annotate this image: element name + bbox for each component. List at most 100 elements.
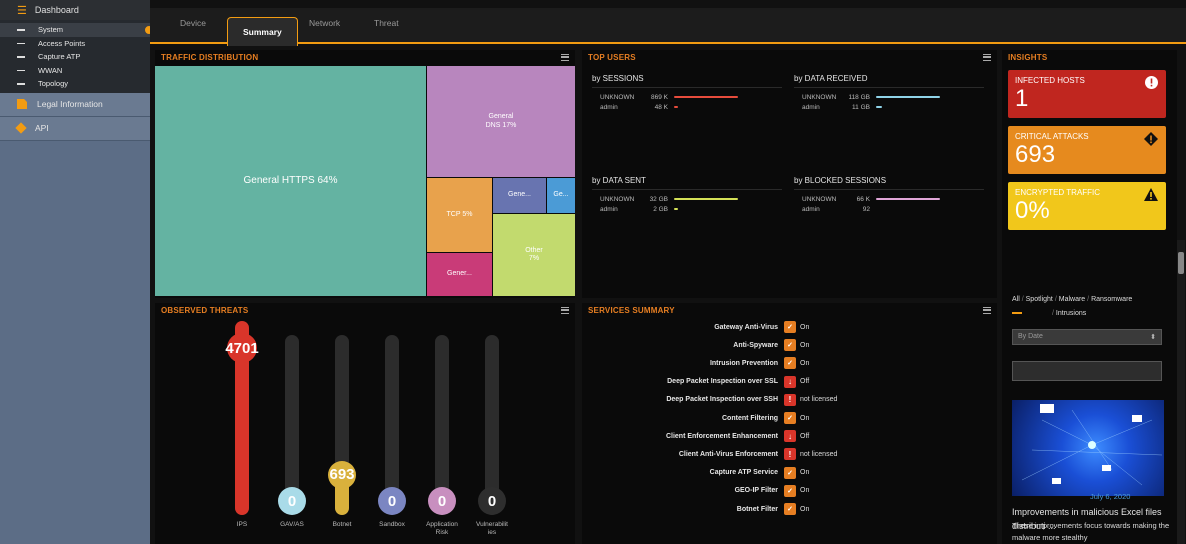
search-input[interactable] [1012,361,1162,381]
scrollbar[interactable] [1177,240,1185,544]
user-row[interactable]: UNKNOWN 869 K [592,92,782,102]
treemap-label: Gener... [447,270,472,278]
service-row[interactable]: Intrusion Prevention ✓ On [608,357,809,370]
section-title: by DATA SENT [592,176,782,190]
threat-label: Vulnerabilit ies [476,521,508,536]
service-status: On [800,341,810,349]
treemap-cell-https[interactable]: General HTTPS 64% [155,66,426,296]
insight-card[interactable]: INFECTED HOSTS 1 [1008,70,1166,118]
threat-label: IPS [236,521,248,528]
scrollbar-thumb[interactable] [1178,252,1184,274]
user-value: 2 GB [653,205,668,213]
user-row[interactable]: admin 92 [794,204,984,214]
tab-device[interactable]: Device [180,18,206,28]
user-row[interactable]: admin 48 K [592,102,782,112]
sidebar-item-label: System [38,25,64,35]
tab-threat[interactable]: Threat [374,18,399,28]
insight-card[interactable]: CRITICAL ATTACKS 693 [1008,126,1166,174]
treemap-cell-other[interactable]: Other 7% [493,214,575,296]
tab-network[interactable]: Network [309,18,340,28]
menu-icon[interactable] [983,53,991,61]
service-row[interactable]: Client Enforcement Enhancement ↓ Off [608,430,809,443]
shield-alert-icon: ! [784,448,796,461]
sidebar-item-system[interactable]: System [0,23,154,37]
treemap-label: General DNS 17% [485,113,517,129]
filter-spotlight[interactable]: Spotlight [1026,296,1053,303]
service-row[interactable]: Content Filtering ✓ On [608,412,809,424]
sidebar-item-capture-atp[interactable]: Capture ATP [0,50,150,64]
tab-summary[interactable]: Summary [227,17,298,46]
user-name: admin [600,205,618,213]
menu-icon[interactable] [983,306,991,314]
service-row[interactable]: Deep Packet Inspection over SSL ↓ Off [608,375,809,388]
filter-all[interactable]: All [1012,296,1020,303]
dashboard-icon: ☰ [17,4,27,17]
service-row[interactable]: Client Anti-Virus Enforcement! not licens… [608,448,838,461]
treemap-cell-tcp[interactable]: TCP 5% [427,178,492,252]
treemap-label: TCP 5% [446,210,473,218]
sidebar-dashboard[interactable]: ☰ Dashboard [0,0,150,20]
alert-diamond-icon [1144,132,1158,151]
service-status: not licensed [800,450,838,458]
user-row[interactable]: UNKNOWN 118 GB [794,92,984,102]
insight-card-value: 0% [1015,197,1050,224]
service-name: Intrusion Prevention [709,359,778,367]
service-name: Deep Packet Inspection over SSH [666,396,778,404]
sidebar-item-label: Legal Information [37,99,103,109]
sidebar: ☰ Dashboard System Access Points Capture… [0,0,154,544]
arrow-down-icon: ↓ [784,430,796,443]
treemap-cell-gener[interactable]: Gener... [427,253,492,296]
shield-check-icon: ✓ [784,339,796,352]
threat-value-badge: 4701 [225,333,259,363]
top-users-section: by BLOCKED SESSIONS UNKNOWN 66 K admin 92 [794,176,984,214]
sort-select[interactable]: By Date ⬍ [1012,329,1162,345]
traffic-distribution-panel: TRAFFIC DISTRIBUTION General HTTPS 64% G… [155,50,575,298]
dash-icon [17,69,25,71]
service-row[interactable]: Deep Packet Inspection over SSH! not lice… [608,393,837,406]
shield-check-icon: ✓ [784,503,796,515]
service-row[interactable]: Gateway Anti-Virus ✓ On [608,321,809,333]
service-row[interactable]: Botnet Filter ✓ On [608,503,809,515]
filter-malware[interactable]: Malware [1059,296,1085,303]
treemap-label: General HTTPS 64% [243,175,338,186]
user-value: 11 GB [852,103,870,111]
sidebar-item-topology[interactable]: Topology [0,77,150,91]
treemap-cell-dns[interactable]: General DNS 17% [427,66,575,177]
threat-label: Botnet [332,521,352,528]
sidebar-item-legal[interactable]: Legal Information [0,92,150,117]
treemap-label: Gene... [508,191,531,199]
sidebar-item-label: Topology [38,79,69,89]
sidebar-item-api[interactable]: API [0,116,150,141]
service-row[interactable]: GEO-IP Filter ✓ On [608,484,809,497]
threat-value: 0 [387,492,397,510]
user-row[interactable]: UNKNOWN 32 GB [592,194,782,204]
treemap-cell-ge[interactable]: Ge... [547,178,575,213]
menu-icon[interactable] [561,53,569,61]
usage-bar [876,106,882,108]
panel-title: SERVICES SUMMARY [588,305,675,315]
threat-value-badge: 0 [478,487,506,515]
sidebar-item-access-points[interactable]: Access Points [0,37,150,51]
treemap-cell-gene[interactable]: Gene... [493,178,546,213]
insight-card[interactable]: ENCRYPTED TRAFFIC 0% [1008,182,1166,230]
panel-title: TOP USERS [588,52,636,62]
shield-check-icon: ✓ [784,357,796,370]
sidebar-item-label: Capture ATP [38,52,81,62]
service-name: GEO-IP Filter [734,487,778,495]
service-row[interactable]: Anti-Spyware ✓ On [608,339,810,352]
threat-value: 0 [487,492,497,510]
panel-title: INSIGHTS [1008,52,1048,62]
shield-check-icon: ✓ [784,466,796,479]
user-row[interactable]: UNKNOWN 66 K [794,194,984,204]
article-image[interactable] [1012,400,1164,496]
menu-icon[interactable] [561,306,569,314]
shield-check-icon: ✓ [784,321,796,333]
main-content: Device Summary Network Threat TRAFFIC DI… [150,0,1186,544]
user-row[interactable]: admin 11 GB [794,102,984,112]
user-row[interactable]: admin 2 GB [592,204,782,214]
insight-card-value: 1 [1015,85,1029,112]
filter-intrusions[interactable]: Intrusions [1056,310,1086,317]
sidebar-item-wwan[interactable]: WWAN [0,64,150,78]
filter-ransomware[interactable]: Ransomware [1091,296,1132,303]
service-row[interactable]: Capture ATP Service ✓ On [608,466,809,479]
